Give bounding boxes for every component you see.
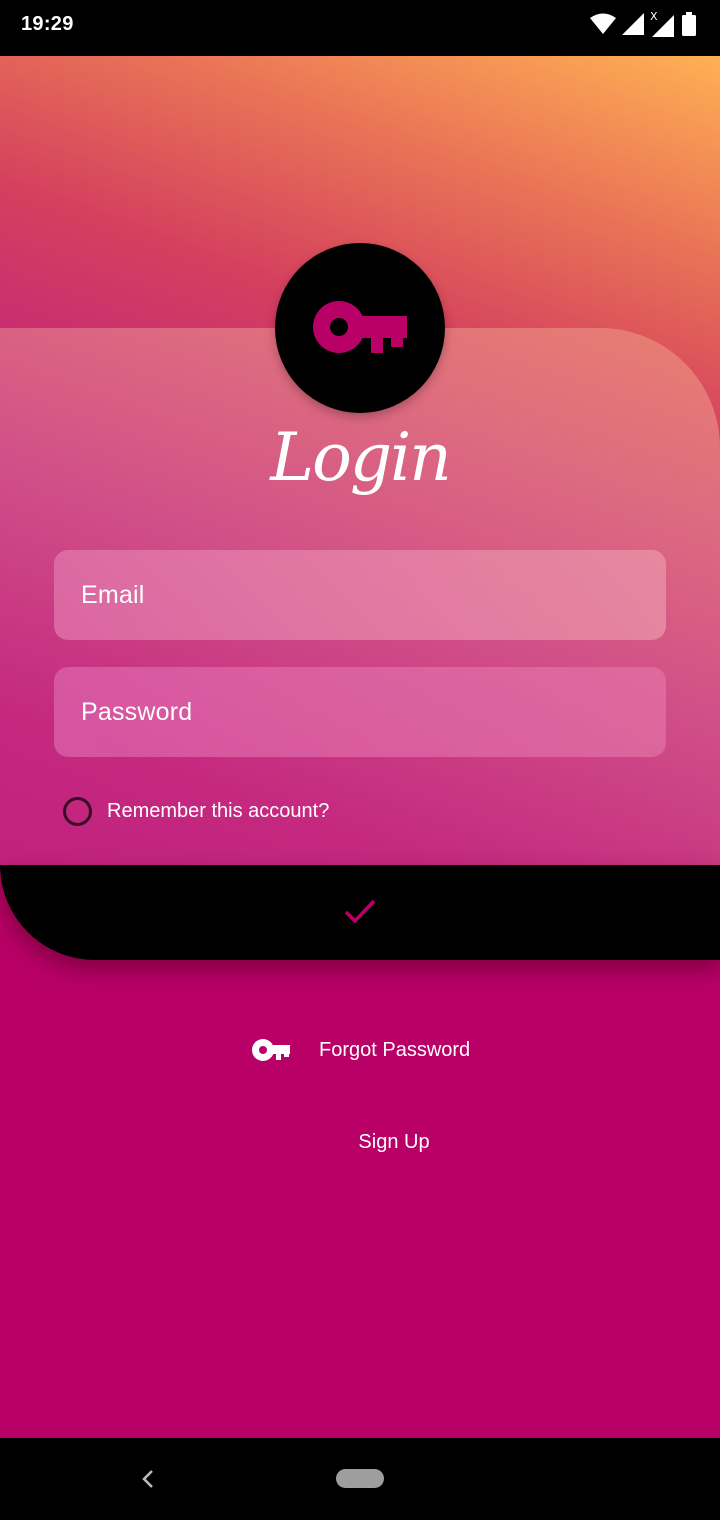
- email-placeholder: Email: [81, 580, 145, 609]
- logo-avatar: [275, 243, 445, 413]
- cell-signal-x-icon: X: [650, 11, 674, 37]
- remember-account-row[interactable]: Remember this account?: [63, 793, 329, 829]
- remember-radio[interactable]: [63, 796, 92, 826]
- check-icon[interactable]: [344, 898, 376, 926]
- back-icon[interactable]: [138, 1467, 158, 1491]
- status-time: 19:29: [21, 13, 74, 35]
- login-screen: 19:29 X Login Email Password Remember th…: [0, 0, 720, 1520]
- home-pill-button[interactable]: [336, 1469, 384, 1488]
- forgot-password-label: Forgot Password: [319, 1038, 471, 1061]
- svg-text:X: X: [650, 11, 658, 23]
- key-icon: [252, 1039, 290, 1061]
- password-placeholder: Password: [81, 697, 193, 726]
- sign-up-link[interactable]: Sign Up: [300, 1131, 488, 1154]
- remember-label: Remember this account?: [107, 799, 330, 822]
- forgot-password-link[interactable]: Forgot Password: [252, 1034, 470, 1066]
- wifi-icon: [590, 13, 616, 34]
- battery-icon: [682, 12, 696, 36]
- key-icon: [313, 301, 407, 353]
- email-field[interactable]: Email: [54, 550, 666, 640]
- cell-signal-icon: [622, 13, 644, 35]
- status-icons: X: [590, 10, 696, 38]
- password-field[interactable]: Password: [54, 667, 666, 757]
- page-title: Login: [270, 419, 451, 496]
- status-bar: 19:29 X: [0, 0, 720, 56]
